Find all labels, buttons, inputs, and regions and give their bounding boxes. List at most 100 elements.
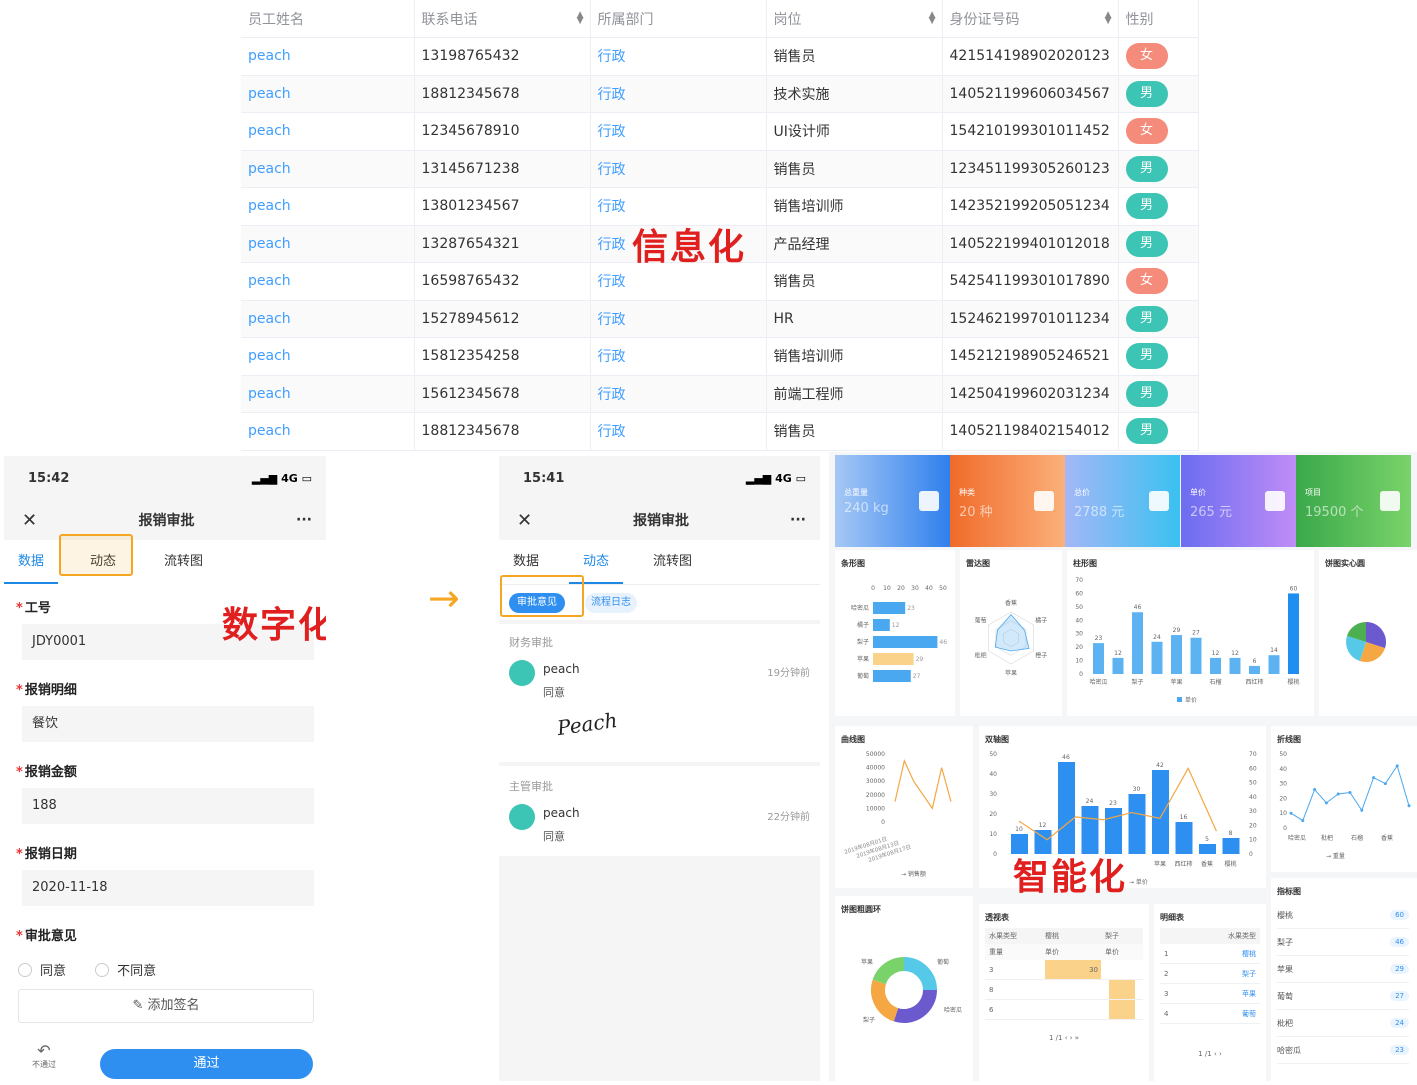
table-cell[interactable]: peach xyxy=(241,75,415,113)
table-cell[interactable]: peach xyxy=(241,150,415,188)
table-row: peach 18812345678 行政 销售员 140521198402154012 男 xyxy=(241,412,1199,451)
table-cell[interactable]: peach xyxy=(241,225,415,263)
sort-icon[interactable]: ▲ ▼ xyxy=(1105,11,1112,26)
more-icon[interactable]: ··· xyxy=(296,512,312,528)
table-cell: 技术实施 xyxy=(766,75,943,113)
table-cell: 产品经理 xyxy=(766,225,943,263)
pass-button[interactable]: 通过 xyxy=(100,1049,313,1079)
field-date-input[interactable]: 2020-11-18 xyxy=(22,870,314,906)
tick-label: 10 xyxy=(989,831,997,838)
bar xyxy=(873,619,890,631)
bar xyxy=(1081,806,1099,854)
table-cell[interactable]: 行政 xyxy=(590,300,767,338)
tab-flowchart[interactable]: 流转图 xyxy=(150,540,217,584)
table-cell[interactable]: 行政 xyxy=(590,150,767,188)
tick-label: 20000 xyxy=(866,792,885,799)
opinion-radios: 同意 不同意 xyxy=(16,952,314,981)
tick-label: 10 xyxy=(1249,837,1257,844)
data-label: 29 xyxy=(1173,627,1181,634)
clock: 15:41 xyxy=(523,470,565,486)
table-row: peach 13145671238 行政 销售员 123451199305260123 男 xyxy=(241,150,1199,188)
signal-battery: ▂▄▆ 4G ▭ xyxy=(745,471,806,485)
bar xyxy=(1229,657,1241,674)
data-label: 12 xyxy=(1212,650,1220,657)
table-cell[interactable]: peach xyxy=(241,337,415,376)
card-donut: 饼图粗圆环 苹果 葡萄 哈密瓜 梨子 xyxy=(835,896,973,1081)
table-cell[interactable]: 行政 xyxy=(590,75,767,113)
category-label: 苹果 xyxy=(1154,860,1166,868)
category-label: 石榴 xyxy=(1209,678,1221,686)
table-cell[interactable]: peach xyxy=(241,37,415,76)
sort-icon[interactable]: ▲ ▼ xyxy=(929,11,936,26)
card-pivot: 透视表 水果类型 樱桃 梨子 重量 单价 单价 3 30 8 6 1 /1 ‹ › » xyxy=(979,904,1149,1081)
table-cell: 15612345678 xyxy=(414,375,591,413)
table-cell: 15278945612 xyxy=(414,300,591,338)
data-label: 60 xyxy=(1290,585,1298,592)
table-cell: 13801234567 xyxy=(414,187,591,226)
kpi-icon xyxy=(1034,491,1054,511)
list-item: 樱桃 60 xyxy=(1277,902,1409,929)
tick-label: 30000 xyxy=(866,778,885,785)
table-cell: 男 xyxy=(1118,375,1199,413)
data-label: 12 xyxy=(1231,650,1239,657)
field-label-detail: 报销明细 xyxy=(16,666,314,706)
add-signature-button[interactable]: ✎ 添加签名 xyxy=(18,988,314,1023)
field-amount-input[interactable]: 188 xyxy=(22,788,314,824)
donut-slice xyxy=(871,979,899,1022)
table-cell[interactable]: 行政 xyxy=(590,37,767,76)
category-label: 西红柿 xyxy=(1245,678,1263,686)
signal-battery: ▂▄▆ 4G ▭ xyxy=(251,471,312,485)
donut-slice xyxy=(903,957,937,991)
field-detail-input[interactable]: 餐饮 xyxy=(22,706,314,742)
time-ago: 22分钟前 xyxy=(767,812,810,823)
tick-label: 0 xyxy=(1249,851,1253,858)
table-cell[interactable]: peach xyxy=(241,187,415,226)
table-cell[interactable]: 行政 xyxy=(590,112,767,151)
data-point xyxy=(1348,790,1352,794)
table-cell[interactable]: 行政 xyxy=(590,412,767,451)
table-cell[interactable]: 行政 xyxy=(590,337,767,376)
radio-agree[interactable]: 同意 xyxy=(18,960,66,979)
series-line xyxy=(894,758,952,810)
category-label: 苹果 xyxy=(1170,678,1182,686)
tick-label: 10 xyxy=(1075,658,1083,665)
column-header[interactable]: 岗位 ▲ ▼ xyxy=(766,0,943,38)
radio-disagree[interactable]: 不同意 xyxy=(95,960,156,979)
tick-label: 10000 xyxy=(866,805,885,812)
table-cell[interactable]: peach xyxy=(241,412,415,451)
tick-label: 20 xyxy=(989,811,997,818)
table-cell[interactable]: peach xyxy=(241,262,415,301)
chip-log[interactable]: 流程日志 xyxy=(585,593,637,613)
table-cell: 140522199401012018 xyxy=(942,225,1119,263)
category-label: 苹果 xyxy=(1005,669,1017,677)
table-cell[interactable]: peach xyxy=(241,300,415,338)
pager[interactable]: 1 /1 ‹ › xyxy=(1160,1050,1260,1058)
tick-label: 40000 xyxy=(866,765,885,772)
table-cell: 18812345678 xyxy=(414,412,591,451)
sort-icon[interactable]: ▲ ▼ xyxy=(577,11,584,26)
category-label: 哈密瓜 xyxy=(851,604,869,612)
table-cell: 15812354258 xyxy=(414,337,591,376)
status-bar: 15:41 ▂▄▆ 4G ▭ xyxy=(499,456,820,500)
tick-label: 50 xyxy=(939,585,947,592)
data-label: 8 xyxy=(1229,830,1233,837)
bar xyxy=(1288,593,1299,674)
column-header[interactable]: 联系电话 ▲ ▼ xyxy=(414,0,591,38)
pager[interactable]: 1 /1 ‹ › » xyxy=(985,1034,1143,1042)
table-cell[interactable]: peach xyxy=(241,375,415,413)
tab-data[interactable]: 数据 xyxy=(4,540,59,584)
close-icon[interactable]: ✕ xyxy=(517,510,532,531)
detail-table: 水果类型 1 樱桃 2 梨子 3 苹果 4 葡萄 1 /1 ‹ › xyxy=(1160,928,1260,1058)
category-label: 枇杷 xyxy=(975,652,987,660)
table-cell[interactable]: 行政 xyxy=(590,375,767,413)
close-icon[interactable]: ✕ xyxy=(22,510,37,531)
reject-button[interactable]: ↶ 不通过 xyxy=(32,1043,56,1070)
column-header[interactable]: 身份证号码 ▲ ▼ xyxy=(942,0,1119,38)
tick-label: 50000 xyxy=(866,751,885,758)
category-label: 哈密瓜 xyxy=(1089,678,1107,686)
data-label: 23 xyxy=(1109,800,1117,807)
tab-flowchart[interactable]: 流转图 xyxy=(639,540,706,584)
table-cell[interactable]: peach xyxy=(241,112,415,151)
more-icon[interactable]: ··· xyxy=(790,512,806,528)
card-title: 饼图粗圆环 xyxy=(841,905,881,914)
